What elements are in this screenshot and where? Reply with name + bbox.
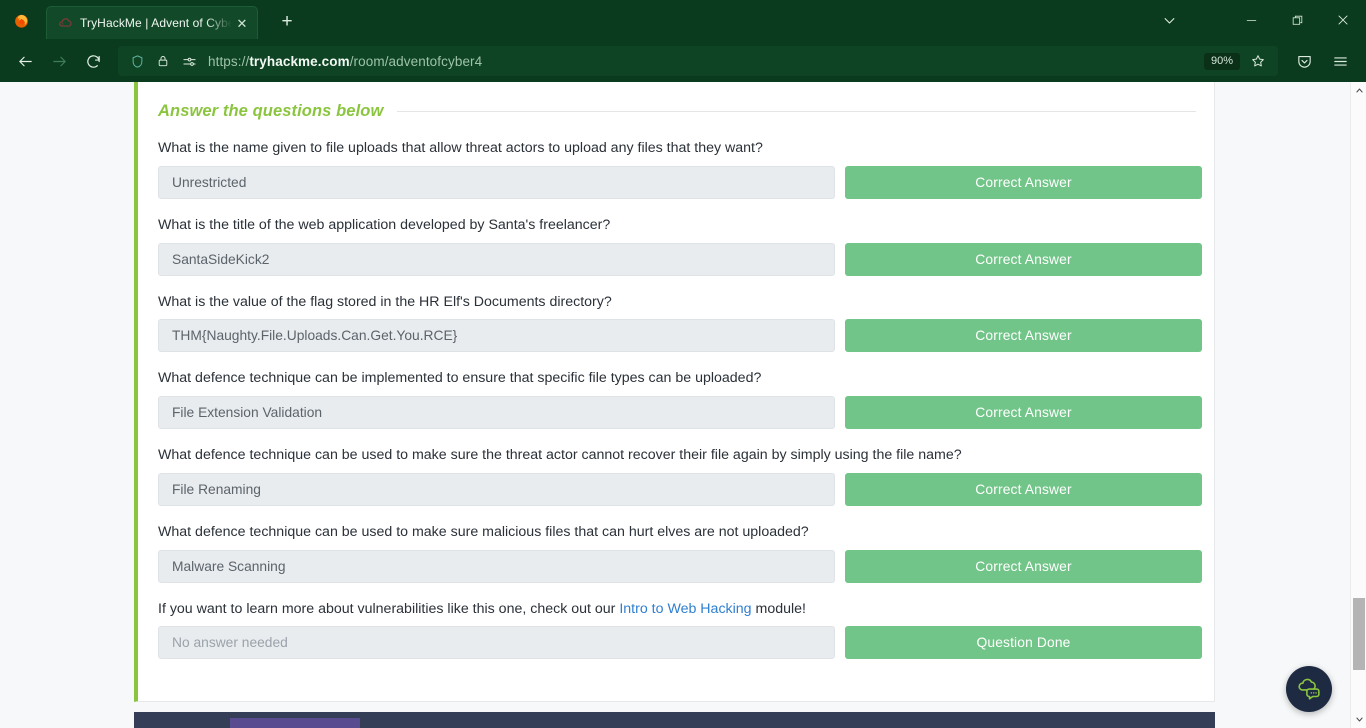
url-path: /room/adventofcyber4 [349, 53, 483, 69]
answer-input[interactable]: SantaSideKick2 [158, 242, 835, 276]
window-controls [1146, 0, 1366, 40]
question-block: What is the name given to file uploads t… [158, 140, 1202, 199]
reload-button[interactable] [76, 45, 110, 77]
minimize-window-icon[interactable] [1228, 0, 1274, 40]
padlock-icon[interactable] [150, 47, 176, 75]
answer-row: File Extension Validation Correct Answer [158, 396, 1202, 429]
tryhackme-favicon [57, 15, 73, 31]
back-button[interactable] [8, 45, 42, 77]
question-text: What defence technique can be used to ma… [158, 523, 809, 540]
question-block: What defence technique can be used to ma… [158, 447, 1202, 506]
question-text: What is the name given to file uploads t… [158, 140, 763, 156]
question-text: What defence technique can be implemente… [158, 370, 762, 387]
toolbar-right-actions [1286, 45, 1358, 77]
firefox-logo-icon [6, 0, 36, 40]
address-bar[interactable]: https://tryhackme.com/room/adventofcyber… [118, 46, 1278, 76]
answer-status-button[interactable]: Correct Answer [845, 549, 1202, 583]
new-tab-button[interactable]: + [272, 7, 302, 37]
answer-row: No answer needed Question Done [158, 626, 1202, 660]
footer-accent-block [230, 718, 360, 728]
question-block: If you want to learn more about vulnerab… [158, 601, 1202, 660]
answer-input[interactable]: THM{Naughty.File.Uploads.Can.Get.You.RCE… [158, 319, 835, 353]
page-viewport: Answer the questions below What is the n… [0, 82, 1366, 728]
answer-status-button[interactable]: Correct Answer [845, 396, 1202, 429]
scrollbar-thumb[interactable] [1353, 598, 1365, 670]
browser-window: TryHackMe | Advent of Cyber 2… ✕ + [0, 0, 1366, 728]
close-window-icon[interactable] [1320, 0, 1366, 40]
shield-icon[interactable] [124, 47, 150, 75]
header-divider [397, 111, 1196, 112]
answer-status-button[interactable]: Correct Answer [845, 242, 1202, 276]
answer-input[interactable]: Malware Scanning [158, 549, 835, 583]
maximize-window-icon[interactable] [1274, 0, 1320, 40]
browser-tab-active[interactable]: TryHackMe | Advent of Cyber 2… ✕ [46, 6, 258, 39]
url-scheme: https:// [208, 53, 250, 69]
question-text-before: If you want to learn more about vulnerab… [158, 600, 620, 617]
answer-row: SantaSideKick2 Correct Answer [158, 242, 1202, 276]
url-host: tryhackme.com [249, 53, 350, 69]
scroll-down-arrow-icon[interactable] [1351, 711, 1366, 728]
list-all-tabs-icon[interactable] [1146, 0, 1192, 40]
question-block: What defence technique can be implemente… [158, 370, 1202, 429]
tab-title: TryHackMe | Advent of Cyber 2… [80, 16, 233, 30]
answer-row: THM{Naughty.File.Uploads.Can.Get.You.RCE… [158, 319, 1202, 353]
answer-status-button[interactable]: Correct Answer [845, 165, 1202, 199]
pocket-icon[interactable] [1286, 45, 1322, 77]
chat-cloud-icon[interactable] [1286, 666, 1332, 712]
answer-row: Unrestricted Correct Answer [158, 165, 1202, 199]
question-text: If you want to learn more about vulnerab… [158, 601, 1196, 619]
question-text: What defence technique can be used to ma… [158, 447, 962, 463]
answer-input[interactable]: Unrestricted [158, 165, 835, 199]
page-title: Answer the questions below [158, 102, 384, 120]
forward-button[interactable] [42, 45, 76, 77]
answer-row: File Renaming Correct Answer [158, 472, 1202, 506]
question-text-after: module! [751, 600, 806, 617]
vertical-scrollbar[interactable] [1350, 82, 1366, 728]
tab-strip: TryHackMe | Advent of Cyber 2… ✕ + [0, 0, 1366, 40]
zoom-level-badge[interactable]: 90% [1203, 52, 1240, 70]
close-tab-icon[interactable]: ✕ [233, 14, 251, 32]
section-header: Answer the questions below [158, 102, 1196, 121]
navigation-toolbar: https://tryhackme.com/room/adventofcyber… [0, 40, 1366, 82]
answer-status-button[interactable]: Correct Answer [845, 472, 1202, 506]
scroll-up-arrow-icon[interactable] [1351, 82, 1366, 99]
question-text: What is the title of the web application… [158, 216, 611, 233]
answer-row: Malware Scanning Correct Answer [158, 549, 1202, 583]
answer-status-button[interactable]: Question Done [845, 626, 1202, 660]
answer-input[interactable]: No answer needed [158, 626, 835, 660]
intro-to-web-hacking-link[interactable]: Intro to Web Hacking [619, 601, 751, 617]
page-footer-band [134, 712, 1215, 728]
hamburger-menu-icon[interactable] [1322, 45, 1358, 77]
answer-status-button[interactable]: Correct Answer [845, 319, 1202, 353]
task-answers-card: Answer the questions below What is the n… [134, 82, 1215, 702]
page-permissions-icon[interactable] [176, 47, 202, 75]
answer-input[interactable]: File Extension Validation [158, 396, 835, 429]
question-block: What is the title of the web application… [158, 216, 1202, 276]
question-block: What defence technique can be used to ma… [158, 523, 1202, 583]
answer-input[interactable]: File Renaming [158, 472, 835, 506]
url-text[interactable]: https://tryhackme.com/room/adventofcyber… [208, 54, 1204, 69]
question-text: What is the value of the flag stored in … [158, 293, 612, 310]
star-icon[interactable] [1244, 47, 1272, 75]
question-block: What is the value of the flag stored in … [158, 293, 1202, 353]
